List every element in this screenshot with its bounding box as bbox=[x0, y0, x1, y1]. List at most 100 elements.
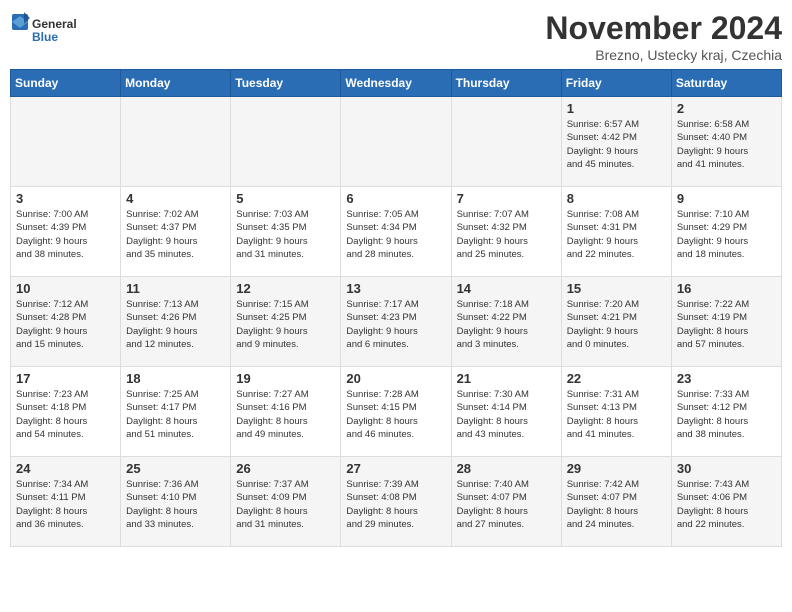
calendar-cell: 25Sunrise: 7:36 AM Sunset: 4:10 PM Dayli… bbox=[121, 457, 231, 547]
day-info: Sunrise: 7:40 AM Sunset: 4:07 PM Dayligh… bbox=[457, 478, 556, 531]
day-number: 14 bbox=[457, 281, 556, 296]
calendar-cell: 11 Sunrise: 7:13 AM Sunset: 4:26 PM Dayli… bbox=[121, 277, 231, 367]
calendar-cell: 21 Sunrise: 7:30 AM Sunset: 4:14 PM Dayli… bbox=[451, 367, 561, 457]
day-number: 17 bbox=[16, 371, 115, 386]
calendar-cell: 30 Sunrise: 7:43 AM Sunset: 4:06 PM Dayli… bbox=[671, 457, 781, 547]
page-header: General Blue November 2024 Brezno, Ustec… bbox=[10, 10, 782, 63]
day-number: 10 bbox=[16, 281, 115, 296]
calendar-cell: 23 Sunrise: 7:33 AM Sunset: 4:12 PM Dayli… bbox=[671, 367, 781, 457]
calendar-cell bbox=[231, 97, 341, 187]
day-info: Sunrise: 7:12 AM Sunset: 4:28 PM Dayligh… bbox=[16, 298, 115, 351]
day-number: 16 bbox=[677, 281, 776, 296]
calendar-cell: 19 Sunrise: 7:27 AM Sunset: 4:16 PM Dayli… bbox=[231, 367, 341, 457]
day-number: 29 bbox=[567, 461, 666, 476]
day-number: 13 bbox=[346, 281, 445, 296]
day-info: Sunrise: 7:31 AM Sunset: 4:13 PM Dayligh… bbox=[567, 388, 666, 441]
calendar-cell: 1 Sunrise: 6:57 AM Sunset: 4:42 PM Daylig… bbox=[561, 97, 671, 187]
day-number: 3 bbox=[16, 191, 115, 206]
day-number: 20 bbox=[346, 371, 445, 386]
weekday-header-saturday: Saturday bbox=[671, 70, 781, 97]
title-block: November 2024 Brezno, Ustecky kraj, Czec… bbox=[545, 10, 782, 63]
calendar-cell bbox=[121, 97, 231, 187]
logo-svg: General Blue bbox=[10, 10, 80, 50]
weekday-header-row: SundayMondayTuesdayWednesdayThursdayFrid… bbox=[11, 70, 782, 97]
day-number: 4 bbox=[126, 191, 225, 206]
day-number: 12 bbox=[236, 281, 335, 296]
location: Brezno, Ustecky kraj, Czechia bbox=[545, 47, 782, 63]
calendar-cell: 24 Sunrise: 7:34 AM Sunset: 4:11 PM Dayli… bbox=[11, 457, 121, 547]
day-info: Sunrise: 7:30 AM Sunset: 4:14 PM Dayligh… bbox=[457, 388, 556, 441]
calendar-cell: 20 Sunrise: 7:28 AM Sunset: 4:15 PM Dayli… bbox=[341, 367, 451, 457]
calendar-cell bbox=[341, 97, 451, 187]
weekday-header-tuesday: Tuesday bbox=[231, 70, 341, 97]
calendar-cell bbox=[451, 97, 561, 187]
calendar-cell: 29 Sunrise: 7:42 AM Sunset: 4:07 PM Dayli… bbox=[561, 457, 671, 547]
calendar-cell: 3 Sunrise: 7:00 AM Sunset: 4:39 PM Daylig… bbox=[11, 187, 121, 277]
weekday-header-monday: Monday bbox=[121, 70, 231, 97]
day-info: Sunrise: 7:43 AM Sunset: 4:06 PM Dayligh… bbox=[677, 478, 776, 531]
calendar-cell: 13Sunrise: 7:17 AM Sunset: 4:23 PM Dayli… bbox=[341, 277, 451, 367]
day-number: 9 bbox=[677, 191, 776, 206]
day-number: 11 bbox=[126, 281, 225, 296]
day-info: Sunrise: 7:13 AM Sunset: 4:26 PM Dayligh… bbox=[126, 298, 225, 351]
day-number: 30 bbox=[677, 461, 776, 476]
day-info: Sunrise: 7:08 AM Sunset: 4:31 PM Dayligh… bbox=[567, 208, 666, 261]
day-info: Sunrise: 7:42 AM Sunset: 4:07 PM Dayligh… bbox=[567, 478, 666, 531]
day-number: 22 bbox=[567, 371, 666, 386]
calendar-cell: 16 Sunrise: 7:22 AM Sunset: 4:19 PM Dayli… bbox=[671, 277, 781, 367]
calendar-cell: 28 Sunrise: 7:40 AM Sunset: 4:07 PM Dayli… bbox=[451, 457, 561, 547]
weekday-header-thursday: Thursday bbox=[451, 70, 561, 97]
day-info: Sunrise: 7:02 AM Sunset: 4:37 PM Dayligh… bbox=[126, 208, 225, 261]
calendar-cell: 26 Sunrise: 7:37 AM Sunset: 4:09 PM Dayli… bbox=[231, 457, 341, 547]
day-number: 18 bbox=[126, 371, 225, 386]
day-info: Sunrise: 7:23 AM Sunset: 4:18 PM Dayligh… bbox=[16, 388, 115, 441]
calendar-cell: 9 Sunrise: 7:10 AM Sunset: 4:29 PM Daylig… bbox=[671, 187, 781, 277]
day-number: 24 bbox=[16, 461, 115, 476]
calendar-cell: 12 Sunrise: 7:15 AM Sunset: 4:25 PM Dayli… bbox=[231, 277, 341, 367]
calendar-cell: 27 Sunrise: 7:39 AM Sunset: 4:08 PM Dayli… bbox=[341, 457, 451, 547]
svg-text:General: General bbox=[32, 17, 77, 31]
day-info: Sunrise: 7:05 AM Sunset: 4:34 PM Dayligh… bbox=[346, 208, 445, 261]
day-info: Sunrise: 7:15 AM Sunset: 4:25 PM Dayligh… bbox=[236, 298, 335, 351]
day-info: Sunrise: 6:57 AM Sunset: 4:42 PM Dayligh… bbox=[567, 118, 666, 171]
calendar-cell: 8Sunrise: 7:08 AM Sunset: 4:31 PM Daylig… bbox=[561, 187, 671, 277]
day-info: Sunrise: 7:00 AM Sunset: 4:39 PM Dayligh… bbox=[16, 208, 115, 261]
calendar-cell: 5Sunrise: 7:03 AM Sunset: 4:35 PM Daylig… bbox=[231, 187, 341, 277]
calendar-cell: 2 Sunrise: 6:58 AM Sunset: 4:40 PM Daylig… bbox=[671, 97, 781, 187]
day-number: 21 bbox=[457, 371, 556, 386]
day-number: 26 bbox=[236, 461, 335, 476]
weekday-header-friday: Friday bbox=[561, 70, 671, 97]
day-info: Sunrise: 7:36 AM Sunset: 4:10 PM Dayligh… bbox=[126, 478, 225, 531]
day-info: Sunrise: 7:22 AM Sunset: 4:19 PM Dayligh… bbox=[677, 298, 776, 351]
calendar-cell: 18 Sunrise: 7:25 AM Sunset: 4:17 PM Dayli… bbox=[121, 367, 231, 457]
day-number: 27 bbox=[346, 461, 445, 476]
calendar-table: SundayMondayTuesdayWednesdayThursdayFrid… bbox=[10, 69, 782, 547]
day-info: Sunrise: 7:34 AM Sunset: 4:11 PM Dayligh… bbox=[16, 478, 115, 531]
day-number: 28 bbox=[457, 461, 556, 476]
day-info: Sunrise: 7:28 AM Sunset: 4:15 PM Dayligh… bbox=[346, 388, 445, 441]
month-title: November 2024 bbox=[545, 10, 782, 47]
day-number: 5 bbox=[236, 191, 335, 206]
day-info: Sunrise: 7:39 AM Sunset: 4:08 PM Dayligh… bbox=[346, 478, 445, 531]
day-number: 23 bbox=[677, 371, 776, 386]
calendar-cell: 4 Sunrise: 7:02 AM Sunset: 4:37 PM Daylig… bbox=[121, 187, 231, 277]
day-info: Sunrise: 6:58 AM Sunset: 4:40 PM Dayligh… bbox=[677, 118, 776, 171]
day-info: Sunrise: 7:18 AM Sunset: 4:22 PM Dayligh… bbox=[457, 298, 556, 351]
day-info: Sunrise: 7:33 AM Sunset: 4:12 PM Dayligh… bbox=[677, 388, 776, 441]
day-info: Sunrise: 7:10 AM Sunset: 4:29 PM Dayligh… bbox=[677, 208, 776, 261]
day-number: 19 bbox=[236, 371, 335, 386]
calendar-cell: 7Sunrise: 7:07 AM Sunset: 4:32 PM Daylig… bbox=[451, 187, 561, 277]
calendar-week-row: 10 Sunrise: 7:12 AM Sunset: 4:28 PM Dayli… bbox=[11, 277, 782, 367]
weekday-header-sunday: Sunday bbox=[11, 70, 121, 97]
calendar-cell: 10 Sunrise: 7:12 AM Sunset: 4:28 PM Dayli… bbox=[11, 277, 121, 367]
day-info: Sunrise: 7:27 AM Sunset: 4:16 PM Dayligh… bbox=[236, 388, 335, 441]
day-info: Sunrise: 7:25 AM Sunset: 4:17 PM Dayligh… bbox=[126, 388, 225, 441]
day-info: Sunrise: 7:20 AM Sunset: 4:21 PM Dayligh… bbox=[567, 298, 666, 351]
day-info: Sunrise: 7:37 AM Sunset: 4:09 PM Dayligh… bbox=[236, 478, 335, 531]
day-number: 15 bbox=[567, 281, 666, 296]
calendar-cell: 22 Sunrise: 7:31 AM Sunset: 4:13 PM Dayli… bbox=[561, 367, 671, 457]
day-number: 1 bbox=[567, 101, 666, 116]
calendar-week-row: 1 Sunrise: 6:57 AM Sunset: 4:42 PM Daylig… bbox=[11, 97, 782, 187]
day-number: 2 bbox=[677, 101, 776, 116]
svg-text:Blue: Blue bbox=[32, 30, 58, 44]
